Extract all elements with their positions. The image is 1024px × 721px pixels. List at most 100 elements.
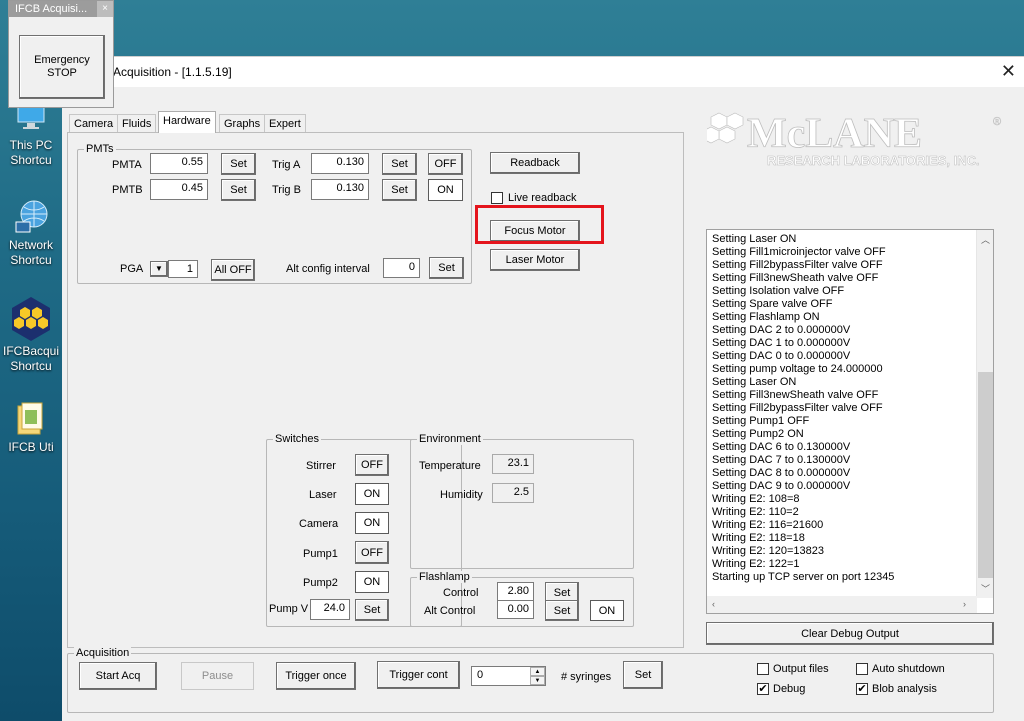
- debug-line: Setting DAC 8 to 0.000000V: [712, 467, 851, 479]
- debug-line: Setting Pump1 OFF: [712, 415, 810, 427]
- mclane-logo: McLANE ® RESEARCH LABORATORIES, INC.: [707, 111, 1001, 168]
- output-files-checkbox[interactable]: [757, 663, 769, 675]
- desktop-icon-label: IFCBacqui: [2, 344, 60, 358]
- trigger-once-button[interactable]: Trigger once: [276, 662, 356, 690]
- pmtb-set-button[interactable]: Set: [221, 179, 256, 201]
- stirrer-toggle-button[interactable]: OFF: [355, 454, 389, 476]
- horizontal-scrollbar[interactable]: ‹ ›: [707, 596, 977, 613]
- group-label: Flashlamp: [417, 571, 472, 583]
- close-icon[interactable]: ×: [97, 1, 113, 17]
- trig-a-input[interactable]: 0.130: [311, 153, 369, 174]
- debug-checkbox-checked[interactable]: ✔: [757, 683, 769, 695]
- emergency-stop-button[interactable]: Emergency STOP: [19, 35, 105, 99]
- pmta-label: PMTA: [112, 159, 142, 171]
- pga-value[interactable]: 1: [168, 260, 198, 278]
- debug-output-list[interactable]: Setting Laser ON Setting Fill1microinject…: [706, 229, 994, 614]
- debug-line: Setting Isolation valve OFF: [712, 285, 845, 297]
- scrollbar-thumb[interactable]: [978, 372, 993, 578]
- switch-label-pump1: Pump1: [303, 548, 338, 560]
- alt-control-input[interactable]: 0.00: [497, 600, 534, 619]
- pga-dropdown-chevron-down-icon[interactable]: ▼: [150, 261, 168, 277]
- trig-b-input[interactable]: 0.130: [311, 179, 369, 200]
- emergency-stop-line1: Emergency: [34, 54, 90, 66]
- trig-b-toggle-button[interactable]: ON: [428, 179, 463, 201]
- humidity-label: Humidity: [440, 489, 483, 501]
- debug-line: Writing E2: 122=1: [712, 558, 800, 570]
- scroll-right-icon[interactable]: ›: [963, 599, 966, 609]
- clear-debug-output-button[interactable]: Clear Debug Output: [706, 622, 994, 645]
- readback-button[interactable]: Readback: [490, 152, 580, 174]
- scroll-left-icon[interactable]: ‹: [712, 599, 715, 609]
- scroll-down-icon[interactable]: ﹀: [981, 582, 990, 595]
- emergency-stop-line2: STOP: [47, 67, 77, 79]
- syringes-label: # syringes: [561, 671, 612, 683]
- desktop-icon-ifcbacquire[interactable]: IFCBacqui Shortcu: [0, 296, 62, 374]
- pmta-set-button[interactable]: Set: [221, 153, 256, 175]
- debug-line: Setting Pump2 ON: [712, 428, 804, 440]
- blob-analysis-label: Blob analysis: [872, 683, 937, 695]
- debug-line: Setting Fill2bypassFilter valve OFF: [712, 402, 883, 414]
- debug-line: Setting DAC 7 to 0.130000V: [712, 454, 851, 466]
- pmtb-label: PMTB: [112, 184, 143, 196]
- live-readback-checkbox[interactable]: [491, 192, 503, 204]
- blob-analysis-checkbox-checked[interactable]: ✔: [856, 683, 868, 695]
- mini-window-title: IFCB Acquisi...: [15, 3, 88, 15]
- desktop-icon-this-pc[interactable]: This PC Shortcu: [0, 98, 62, 168]
- trigger-cont-button[interactable]: Trigger cont: [377, 661, 460, 689]
- flashlamp-toggle-button[interactable]: ON: [590, 600, 624, 621]
- debug-line: Setting DAC 1 to 0.000000V: [712, 337, 851, 349]
- auto-shutdown-checkbox[interactable]: [856, 663, 868, 675]
- pmtb-input[interactable]: 0.45: [150, 179, 208, 200]
- pause-button[interactable]: Pause: [181, 662, 254, 690]
- laser-motor-button[interactable]: Laser Motor: [490, 249, 580, 271]
- debug-line: Starting up TCP server on port 12345: [712, 571, 895, 583]
- debug-line: Setting DAC 0 to 0.000000V: [712, 350, 851, 362]
- alt-config-input[interactable]: 0: [383, 258, 420, 278]
- temperature-label: Temperature: [419, 460, 481, 472]
- trig-a-set-button[interactable]: Set: [382, 153, 417, 175]
- vertical-scrollbar[interactable]: ︿ ﹀: [976, 230, 993, 598]
- window-title-bar[interactable]: Acquisition - [1.1.5.19] ✕: [62, 57, 1024, 87]
- tab-expert[interactable]: Expert: [264, 114, 306, 133]
- alt-config-set-button[interactable]: Set: [429, 257, 464, 279]
- desktop-icon-ifcb-utils[interactable]: IFCB Uti: [0, 400, 62, 455]
- debug-line: Setting Flashlamp ON: [712, 311, 820, 323]
- pump-v-input[interactable]: 24.0: [310, 599, 350, 620]
- desktop-icon-label: Shortcu: [10, 153, 52, 167]
- logo-name: McLANE: [747, 111, 922, 157]
- trig-a-toggle-button[interactable]: OFF: [428, 153, 463, 175]
- pmta-input[interactable]: 0.55: [150, 153, 208, 174]
- debug-line: Setting DAC 2 to 0.000000V: [712, 324, 851, 336]
- desktop-icon-label: Shortcu: [10, 359, 52, 373]
- all-off-button[interactable]: All OFF: [211, 259, 255, 281]
- pump-v-label: Pump V: [269, 603, 309, 615]
- desktop-icon-label: IFCB Uti: [8, 440, 54, 454]
- mini-window-title-bar[interactable]: IFCB Acquisi... ×: [9, 1, 113, 17]
- alt-config-label: Alt config interval: [286, 263, 370, 275]
- pump-v-set-button[interactable]: Set: [355, 599, 389, 621]
- pump2-toggle-button[interactable]: ON: [355, 571, 389, 593]
- trig-b-set-button[interactable]: Set: [382, 179, 417, 201]
- syringes-set-button[interactable]: Set: [623, 661, 663, 689]
- debug-line: Setting Fill3newSheath valve OFF: [712, 272, 879, 284]
- scroll-up-icon[interactable]: ︿: [981, 233, 990, 246]
- spin-down-icon[interactable]: ▼: [530, 676, 545, 685]
- camera-toggle-button[interactable]: ON: [355, 512, 389, 534]
- start-acq-button[interactable]: Start Acq: [79, 662, 157, 690]
- debug-label: Debug: [773, 683, 806, 695]
- close-icon[interactable]: ✕: [1001, 61, 1016, 82]
- tab-fluids[interactable]: Fluids: [117, 114, 157, 133]
- pump1-toggle-button[interactable]: OFF: [355, 541, 389, 564]
- control-input[interactable]: 2.80: [497, 582, 534, 601]
- debug-line: Writing E2: 108=8: [712, 493, 800, 505]
- debug-line: Writing E2: 120=13823: [712, 545, 825, 557]
- tab-hardware[interactable]: Hardware: [158, 111, 216, 133]
- desktop-icon-network[interactable]: Network Shortcu: [0, 198, 62, 268]
- auto-shutdown-label: Auto shutdown: [872, 663, 945, 675]
- acquisition-window: Acquisition - [1.1.5.19] ✕ Camera Fluids…: [62, 56, 1024, 721]
- laser-toggle-button[interactable]: ON: [355, 483, 389, 505]
- group-label: Switches: [273, 433, 322, 445]
- alt-control-set-button[interactable]: Set: [545, 600, 579, 621]
- tab-camera[interactable]: Camera: [69, 114, 119, 133]
- tab-graphs[interactable]: Graphs: [219, 114, 266, 133]
